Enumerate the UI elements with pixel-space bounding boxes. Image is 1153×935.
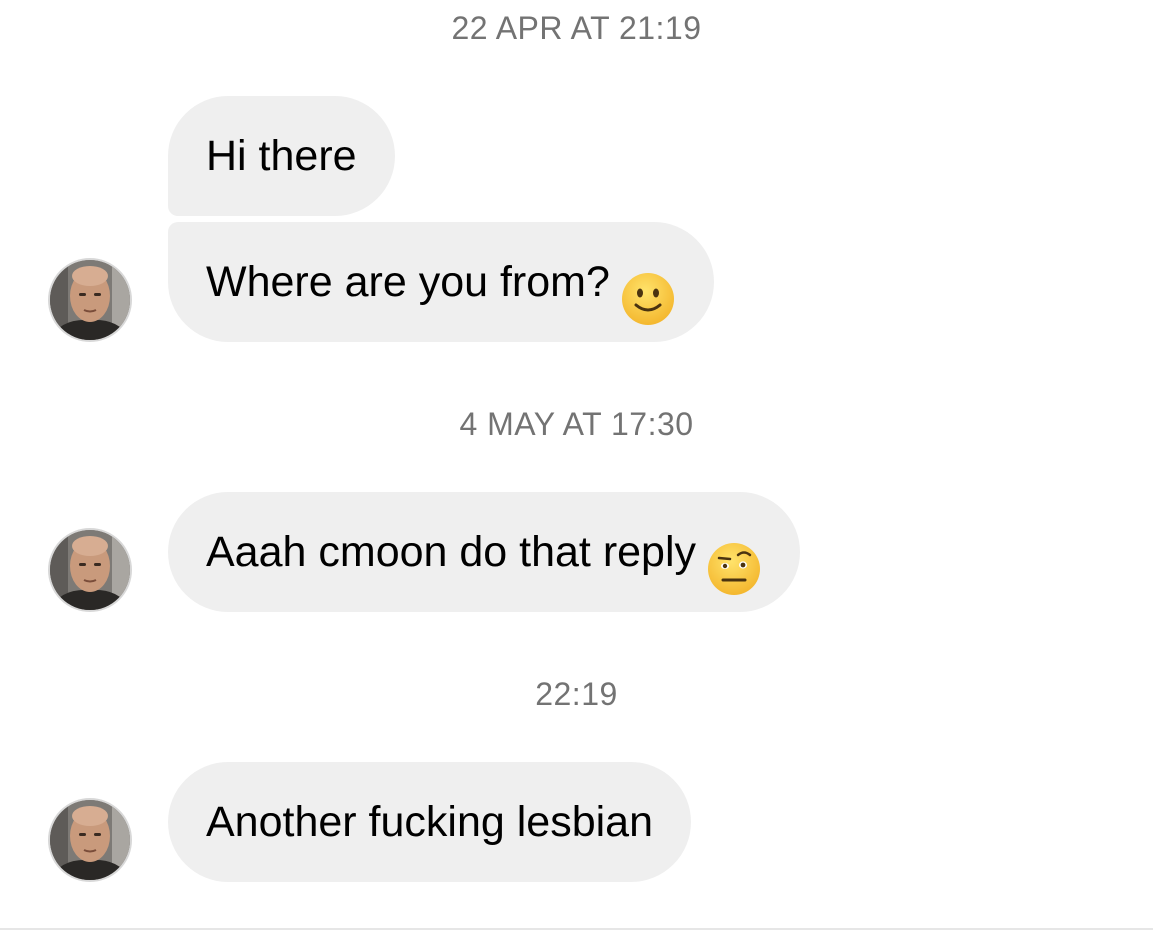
avatar[interactable] (48, 798, 132, 882)
timestamp: 4 MAY AT 17:30 (459, 406, 694, 442)
timestamp: 22:19 (535, 676, 618, 712)
face-with-raised-eyebrow-icon (706, 523, 762, 595)
message-text: Aaah cmoon do that reply (206, 528, 697, 576)
message-bubble[interactable]: Another fucking lesbian (168, 762, 692, 882)
message-text: Another fucking lesbian (206, 798, 654, 846)
slightly-smiling-face-icon (620, 253, 676, 325)
message-bubble[interactable]: Aaah cmoon do that reply (168, 492, 801, 612)
message-text: Hi there (206, 132, 357, 180)
message-text: Where are you from? (206, 258, 610, 306)
timestamp: 22 APR AT 21:19 (451, 10, 702, 46)
message-bubble[interactable]: Hi there (168, 96, 395, 216)
avatar[interactable] (48, 528, 132, 612)
divider (0, 928, 1153, 930)
message-bubble[interactable]: Where are you from? (168, 222, 714, 342)
avatar[interactable] (48, 258, 132, 342)
